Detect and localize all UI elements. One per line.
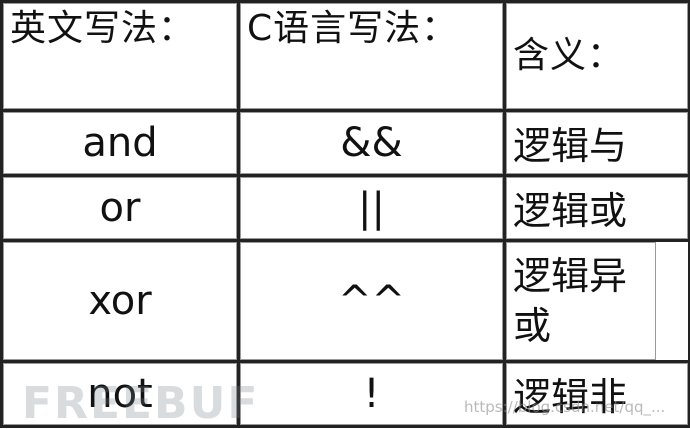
meaning-cell: 逻辑与 — [503, 109, 690, 177]
meaning-text: 逻辑或 — [513, 189, 628, 233]
english-keyword: and — [82, 120, 158, 166]
table-row: not ! 逻辑非 — [0, 360, 690, 428]
header-english-label: 英文写法： — [10, 8, 196, 49]
c-style-operator: ! — [363, 371, 380, 417]
c-style-operator: ^^ — [337, 278, 406, 324]
meaning-cell: 逻辑非 — [503, 360, 690, 428]
header-meaning-label: 含义： — [513, 35, 625, 76]
meaning-text: 逻辑异或 — [513, 254, 628, 348]
english-cell: xor — [0, 239, 240, 363]
c-style-operator: || — [358, 185, 385, 231]
english-keyword: not — [87, 371, 153, 417]
table-row: or || 逻辑或 — [0, 174, 690, 242]
english-keyword: or — [99, 185, 141, 231]
table-row: and && 逻辑与 — [0, 109, 690, 177]
table-header-row: 英文写法： C语言写法： 含义： — [0, 0, 690, 112]
meaning-cell: 逻辑或 — [503, 174, 690, 242]
english-cell: or — [0, 174, 240, 242]
c-style-operator: && — [340, 120, 403, 166]
header-english-cell: 英文写法： — [0, 0, 240, 112]
c-style-cell: && — [237, 109, 506, 177]
logical-operators-table: 英文写法： C语言写法： 含义： and && 逻辑与 or || 逻辑或 xo… — [0, 0, 690, 428]
table-row: xor ^^ 逻辑异或 — [0, 239, 690, 363]
c-style-cell: ! — [237, 360, 506, 428]
english-cell: and — [0, 109, 240, 177]
meaning-text: 逻辑非 — [513, 375, 628, 419]
header-c-style-label: C语言写法： — [247, 8, 459, 49]
english-keyword: xor — [88, 278, 152, 324]
meaning-text: 逻辑与 — [513, 124, 628, 168]
meaning-cell: 逻辑异或 — [503, 239, 690, 363]
header-meaning-cell: 含义： — [503, 0, 690, 112]
english-cell: not — [0, 360, 240, 428]
c-style-cell: ^^ — [237, 239, 506, 363]
c-style-cell: || — [237, 174, 506, 242]
header-c-style-cell: C语言写法： — [237, 0, 506, 112]
